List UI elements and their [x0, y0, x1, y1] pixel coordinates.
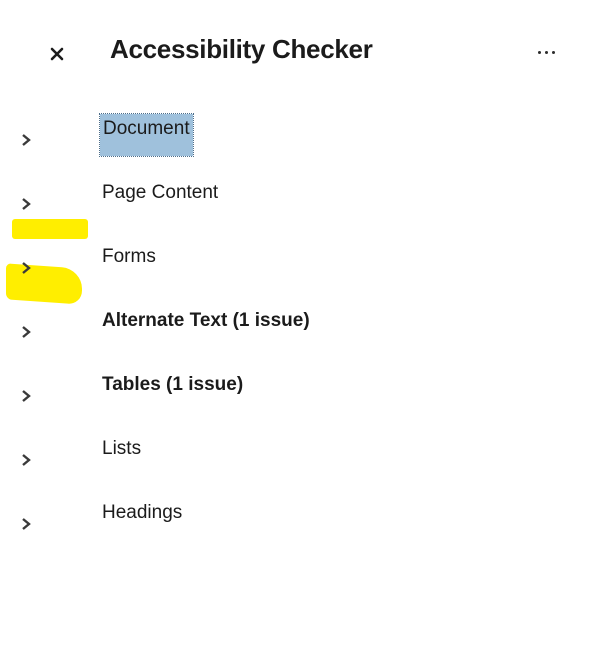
rule-label-lists[interactable]: Lists — [102, 438, 141, 460]
chevron-right-icon[interactable] — [18, 130, 34, 150]
accessibility-checker-panel: Accessibility Checker Document Page Cont… — [0, 0, 603, 669]
rule-item-tables[interactable]: Tables (1 issue) — [0, 356, 603, 406]
rule-label-alternate-text[interactable]: Alternate Text (1 issue) — [102, 310, 310, 332]
rule-label-document[interactable]: Document — [99, 113, 194, 157]
chevron-right-icon[interactable] — [18, 514, 34, 534]
rule-item-forms[interactable]: Forms — [0, 228, 603, 278]
more-options-dot — [544, 50, 548, 54]
rule-item-headings[interactable]: Headings — [0, 484, 603, 534]
more-options-dot — [537, 50, 541, 54]
rule-item-lists[interactable]: Lists — [0, 420, 603, 470]
more-options-dot — [551, 50, 555, 54]
highlighter-mark-alternate-text — [12, 219, 88, 239]
rule-item-page-content[interactable]: Page Content — [0, 164, 603, 214]
rule-label-headings[interactable]: Headings — [102, 502, 182, 524]
chevron-right-icon[interactable] — [18, 386, 34, 406]
panel-header: Accessibility Checker — [0, 0, 603, 100]
close-icon — [50, 47, 64, 61]
chevron-right-icon[interactable] — [18, 194, 34, 214]
rule-item-alternate-text[interactable]: Alternate Text (1 issue) — [0, 292, 603, 342]
chevron-right-icon[interactable] — [18, 450, 34, 470]
chevron-right-icon[interactable] — [18, 322, 34, 342]
chevron-right-icon[interactable] — [18, 258, 34, 278]
close-button[interactable] — [40, 38, 74, 70]
panel-title: Accessibility Checker — [110, 34, 373, 64]
rule-item-document[interactable]: Document — [0, 100, 603, 157]
rule-label-tables[interactable]: Tables (1 issue) — [102, 374, 243, 396]
more-options-button[interactable] — [526, 40, 566, 64]
rule-label-page-content[interactable]: Page Content — [102, 182, 218, 204]
rule-label-forms[interactable]: Forms — [102, 246, 156, 268]
